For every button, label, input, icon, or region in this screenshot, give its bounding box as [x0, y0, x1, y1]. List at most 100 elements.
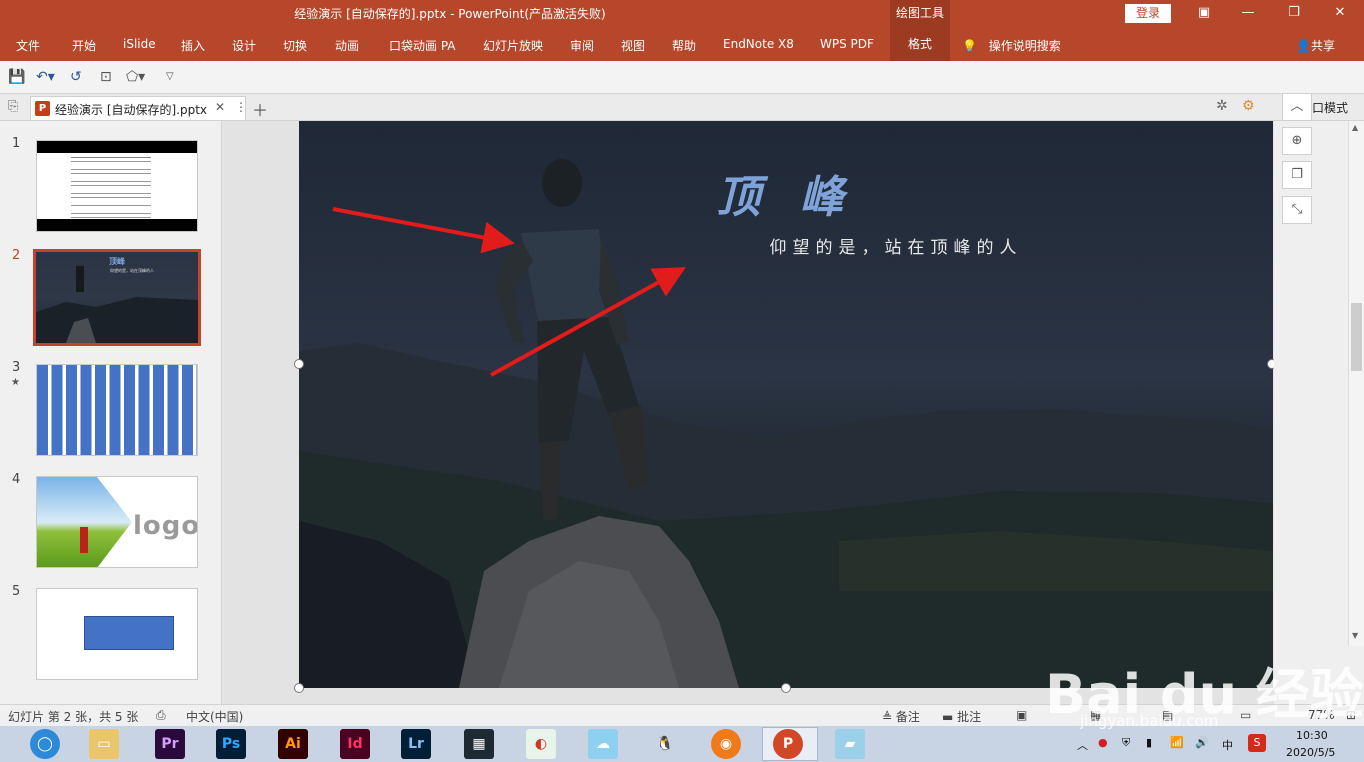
- slide-thumbnail-1[interactable]: [36, 140, 198, 232]
- tab-islide[interactable]: iSlide: [123, 37, 156, 51]
- settings-gear-icon[interactable]: ⚙: [1242, 98, 1255, 114]
- minimize-icon[interactable]: —: [1226, 0, 1270, 28]
- arrow-to-climber[interactable]: [332, 207, 515, 254]
- cloud-app-icon[interactable]: ☁: [588, 729, 618, 759]
- quick-access-toolbar: 💾 ↶▾ ↺ ⊡ ⬠▾ ▽: [0, 61, 1364, 94]
- window-title: 经验演示 [自动保存的].pptx - PowerPoint(产品激活失败): [294, 7, 606, 21]
- tab-design[interactable]: 设计: [232, 37, 256, 54]
- illustrator-icon[interactable]: Ai: [278, 729, 308, 759]
- resize-icon[interactable]: ⤡: [1282, 196, 1312, 224]
- qq-icon[interactable]: 🐧: [650, 729, 680, 759]
- slide-thumbnail-4[interactable]: logo: [36, 476, 198, 568]
- close-icon[interactable]: ✕: [1318, 0, 1362, 28]
- clock-date[interactable]: 2020/5/5: [1286, 746, 1335, 759]
- tell-me-search[interactable]: 💡 操作说明搜索: [962, 37, 1061, 54]
- slide-counter: 幻灯片 第 2 张，共 5 张: [8, 710, 139, 724]
- tab-view[interactable]: 视图: [621, 37, 645, 54]
- document-tab-bar: ⎘ P 经验演示 [自动保存的].pptx ✕ ⋮ ＋ ✲ ⚙ 窗口模式: [0, 95, 1364, 121]
- slide-thumbnail-5[interactable]: [36, 588, 198, 680]
- scroll-down-icon[interactable]: ▼: [1352, 631, 1358, 640]
- comments-button[interactable]: ▬ 批注: [942, 708, 981, 725]
- thumb-blue-box: [84, 616, 174, 650]
- notes-button[interactable]: ≜ 备注: [882, 708, 920, 725]
- lightbulb-icon: 💡: [962, 39, 977, 53]
- align-center-icon[interactable]: ⊕: [1282, 127, 1312, 155]
- ribbon-display-options-icon[interactable]: ▣: [1182, 0, 1226, 28]
- thumb-bar-top: [37, 141, 197, 153]
- slide-thumbnail-3[interactable]: [36, 364, 198, 456]
- video-editor-icon[interactable]: ▦: [464, 729, 494, 759]
- tab-home[interactable]: 开始: [72, 37, 96, 54]
- tab-wps-pdf[interactable]: WPS PDF: [820, 37, 874, 51]
- lightroom-icon[interactable]: Lr: [401, 729, 431, 759]
- windows-taskbar: ◯ ▭ Pr Ps Ai Id Lr ▦ ◐ ☁ 🐧 ◉ P ▰ ︿ ● ⛨ ▮…: [0, 726, 1364, 762]
- tab-file[interactable]: 文件: [16, 37, 40, 54]
- current-slide[interactable]: 顶 峰 仰望的是，站在顶峰的人: [299, 121, 1273, 688]
- sogou-ime-icon[interactable]: S: [1248, 734, 1266, 752]
- resize-handle[interactable]: [294, 683, 304, 693]
- slide-thumbnail-2[interactable]: 顶峰 仰望的是，站在顶峰的人: [33, 249, 201, 346]
- thumb-bar-bottom: [37, 219, 197, 231]
- tab-format[interactable]: 格式: [890, 28, 950, 61]
- red-arrows[interactable]: [299, 121, 1273, 688]
- volume-icon[interactable]: 🔊: [1195, 736, 1209, 749]
- tab-transitions[interactable]: 切换: [283, 37, 307, 54]
- network-icon[interactable]: 📶: [1170, 736, 1184, 749]
- color-app-icon[interactable]: ◐: [526, 729, 556, 759]
- save-icon[interactable]: 💾: [8, 69, 25, 85]
- new-tab-icon[interactable]: ＋: [252, 97, 268, 121]
- ime-indicator[interactable]: 中: [1222, 737, 1233, 753]
- indesign-icon[interactable]: Id: [340, 729, 370, 759]
- tab-review[interactable]: 审阅: [570, 37, 594, 54]
- resize-handle[interactable]: [294, 359, 304, 369]
- tray-app-icon[interactable]: ●: [1098, 736, 1108, 749]
- close-tab-icon[interactable]: ✕: [215, 100, 225, 114]
- start-button-icon[interactable]: ◯: [30, 729, 60, 759]
- tab-animations[interactable]: 动画: [335, 37, 359, 54]
- document-tab[interactable]: P 经验演示 [自动保存的].pptx ✕ ⋮: [30, 96, 247, 120]
- photoshop-icon[interactable]: Ps: [216, 729, 246, 759]
- magic-icon[interactable]: ✲: [1216, 98, 1228, 114]
- comments-label: 批注: [957, 710, 982, 724]
- language-indicator[interactable]: 中文(中国): [186, 708, 243, 725]
- drawing-tools-context-label: 绘图工具: [890, 0, 950, 28]
- undo-icon[interactable]: ↶▾: [36, 69, 55, 85]
- scroll-up-icon[interactable]: ▲: [1352, 123, 1358, 132]
- tab-endnote[interactable]: EndNote X8: [723, 37, 794, 51]
- restore-icon[interactable]: ❐: [1272, 0, 1316, 28]
- shapes-icon[interactable]: ⬠▾: [126, 69, 145, 85]
- thumb-landscape: [36, 266, 198, 343]
- notepad-icon[interactable]: ▰: [835, 729, 865, 759]
- browser-icon[interactable]: ◉: [711, 729, 741, 759]
- powerpoint-taskbar-icon[interactable]: P: [773, 729, 803, 759]
- tab-help[interactable]: 帮助: [672, 37, 696, 54]
- doc-list-icon[interactable]: ⎘: [8, 99, 18, 114]
- tray-battery-icon[interactable]: ▮: [1146, 736, 1152, 749]
- file-explorer-icon[interactable]: ▭: [89, 729, 119, 759]
- more-options-icon[interactable]: ⋮: [235, 100, 247, 114]
- tray-security-icon[interactable]: ⛨: [1122, 736, 1130, 750]
- scrollbar-thumb[interactable]: [1351, 303, 1362, 371]
- premiere-icon[interactable]: Pr: [155, 729, 185, 759]
- notes-label: 备注: [895, 710, 920, 724]
- login-button[interactable]: 登录: [1125, 4, 1171, 23]
- redo-icon[interactable]: ↺: [70, 69, 82, 85]
- collapse-panel-icon[interactable]: ︿: [1282, 93, 1312, 121]
- present-from-start-icon[interactable]: ⊡: [100, 69, 112, 85]
- comment-icon: ▬: [942, 710, 954, 724]
- share-button[interactable]: 👤共享: [1296, 37, 1335, 54]
- tab-insert[interactable]: 插入: [181, 37, 205, 54]
- slide-number: 1: [12, 136, 21, 151]
- layer-icon[interactable]: ❐: [1282, 161, 1312, 189]
- vertical-scrollbar[interactable]: ▲ ▼: [1348, 121, 1364, 646]
- slide-number: 5: [12, 584, 21, 599]
- tab-slideshow[interactable]: 幻灯片放映: [483, 37, 543, 54]
- tab-pocket-animation[interactable]: 口袋动画 PA: [389, 37, 456, 54]
- arrow-to-subtitle[interactable]: [490, 267, 687, 377]
- normal-view-icon[interactable]: ▣: [1016, 708, 1027, 722]
- spellcheck-icon[interactable]: ⎙: [156, 708, 166, 723]
- resize-handle[interactable]: [781, 683, 791, 693]
- customize-qat-icon[interactable]: ▽: [166, 71, 174, 82]
- tray-expand-icon[interactable]: ︿: [1077, 737, 1088, 753]
- clock-time[interactable]: 10:30: [1296, 729, 1328, 742]
